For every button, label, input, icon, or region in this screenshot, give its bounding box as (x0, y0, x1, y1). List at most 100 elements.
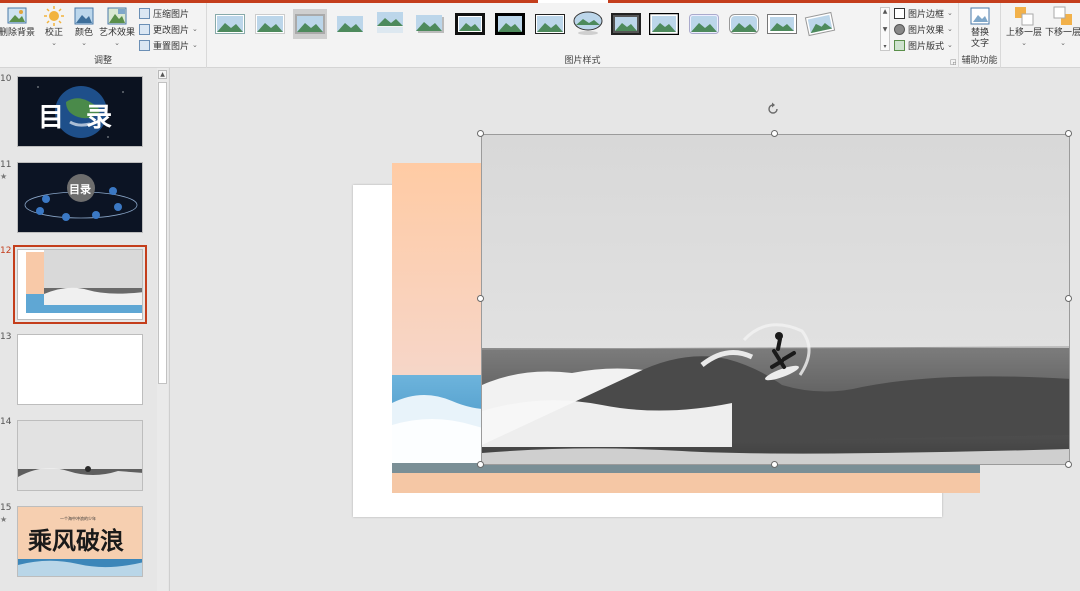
picture-border-button[interactable]: 图片边框 ⌄ (894, 6, 953, 20)
style-black-bevel[interactable] (609, 9, 643, 39)
resize-handle-bottom-left[interactable] (477, 461, 484, 468)
artistic-effects-button[interactable]: 艺术效果 ⌄ (99, 6, 135, 47)
alt-text-label-1: 替换 (970, 28, 989, 38)
change-picture-icon (139, 23, 150, 35)
send-backward-icon (1053, 6, 1072, 25)
slide-number: 13 (0, 332, 12, 342)
corrections-button[interactable]: 校正 ⌄ (42, 6, 66, 47)
picture-style-gallery (213, 9, 881, 51)
slide-thumbnail-10[interactable]: 目录 (17, 76, 143, 147)
style-rotated-white[interactable] (803, 9, 837, 39)
chevron-down-icon: ⌄ (1060, 39, 1066, 47)
chevron-down-icon: ⌄ (947, 9, 953, 17)
scroll-up-icon[interactable]: ▲ (883, 8, 888, 15)
reset-picture-button[interactable]: 重置图片 ⌄ (139, 38, 198, 52)
ribbon: 删除背景 校正 ⌄ 颜色 ⌄ 艺术效果 ⌄ 压缩图片 更改图片 ⌄ 重置图片 ⌄… (0, 3, 1080, 68)
chevron-down-icon: ⌄ (947, 41, 953, 49)
alt-text-button[interactable]: 替换 文字 (966, 6, 994, 50)
picture-effects-button[interactable]: 图片效果 ⌄ (894, 22, 953, 36)
picture-border-label: 图片边框 (908, 9, 945, 20)
slide-thumbnail-12[interactable] (13, 245, 147, 324)
reset-picture-label: 重置图片 (153, 41, 190, 52)
chevron-down-icon: ⌄ (1021, 39, 1027, 47)
change-picture-button[interactable]: 更改图片 ⌄ (139, 22, 198, 36)
resize-handle-bottom[interactable] (771, 461, 778, 468)
thumbnail-scrollbar[interactable]: ▲ (157, 68, 168, 591)
resize-handle-right[interactable] (1065, 295, 1072, 302)
gallery-scroll[interactable]: ▲ ▼ ▾ (880, 7, 890, 51)
change-picture-label: 更改图片 (153, 25, 190, 36)
resize-handle-bottom-right[interactable] (1065, 461, 1072, 468)
style-thick-black-frame[interactable] (453, 9, 487, 39)
style-metal-frame[interactable] (765, 9, 799, 39)
reset-picture-icon (139, 39, 150, 51)
slide-15-title: 乘风破浪 (28, 526, 124, 555)
slide-number: 10 (0, 74, 12, 84)
bring-forward-button[interactable]: 上移一层 ⌄ (1005, 6, 1043, 47)
adjust-group-label: 调整 (93, 56, 112, 66)
animation-star-icon: ★ (0, 172, 8, 181)
chevron-down-icon: ⌄ (114, 39, 120, 47)
style-simple-frame[interactable] (213, 9, 247, 39)
color-button[interactable]: 颜色 ⌄ (72, 6, 96, 47)
chevron-down-icon: ⌄ (192, 25, 198, 33)
style-soft-rounded[interactable] (687, 9, 721, 39)
picture-styles-group-label: 图片样式 (564, 56, 601, 66)
slide-11-title: 目录 (69, 183, 91, 196)
scroll-down-icon[interactable]: ▼ (883, 26, 888, 33)
style-black-thin[interactable] (533, 9, 567, 39)
style-soft-edge[interactable] (253, 9, 287, 39)
surf-peach-illustration (18, 250, 142, 319)
picture-effects-label: 图片效果 (908, 25, 945, 36)
bring-forward-label: 上移一层 (1005, 28, 1042, 38)
style-rounded-rect[interactable] (727, 9, 761, 39)
style-plain[interactable] (333, 9, 367, 39)
alt-text-label-2: 文字 (970, 39, 989, 49)
style-oval[interactable] (571, 9, 605, 39)
style-shadow[interactable] (413, 9, 447, 39)
send-backward-button[interactable]: 下移一层 ⌄ (1045, 6, 1080, 47)
slide-number: 14 (0, 417, 12, 427)
rotation-handle-icon[interactable] (766, 102, 780, 116)
compress-pictures-button[interactable]: 压缩图片 (139, 6, 189, 20)
style-black-border[interactable] (647, 9, 681, 39)
slide-number: 15 (0, 503, 12, 513)
scroll-up-icon[interactable]: ▲ (158, 70, 167, 79)
resize-handle-top[interactable] (771, 130, 778, 137)
chevron-down-icon: ⌄ (192, 41, 198, 49)
surf-grey-illustration (18, 421, 142, 490)
compress-label: 压缩图片 (153, 9, 190, 20)
remove-background-icon (7, 7, 27, 24)
animation-star-icon: ★ (0, 515, 8, 524)
slide-thumbnail-14[interactable] (17, 420, 143, 491)
picture-layout-button[interactable]: 图片版式 ⌄ (894, 38, 953, 52)
adjust-group: 删除背景 校正 ⌄ 颜色 ⌄ 艺术效果 ⌄ 压缩图片 更改图片 ⌄ 重置图片 ⌄… (0, 3, 207, 68)
artistic-effects-label: 艺术效果 (99, 28, 136, 38)
style-gray-frame[interactable] (293, 9, 327, 39)
remove-background-button[interactable]: 删除背景 (0, 6, 36, 39)
resize-handle-top-left[interactable] (477, 130, 484, 137)
style-black-shadow[interactable] (493, 9, 527, 39)
corrections-sun-icon (44, 6, 64, 26)
arrange-group: 上移一层 ⌄ 下移一层 ⌄ (1001, 3, 1080, 68)
style-reflected[interactable] (373, 9, 407, 39)
send-backward-label: 下移一层 (1045, 28, 1080, 38)
scrollbar-thumb[interactable] (158, 82, 167, 384)
resize-handle-top-right[interactable] (1065, 130, 1072, 137)
remove-background-label: 删除背景 (0, 28, 36, 38)
resize-handle-left[interactable] (477, 295, 484, 302)
dialog-launcher-icon[interactable]: ◲ (950, 58, 957, 66)
slide-thumbnail-15[interactable]: 一个海中冲浪的少年 乘风破浪 (17, 506, 143, 577)
slide-thumbnail-11[interactable]: 目录 (17, 162, 143, 233)
compress-icon (139, 7, 150, 19)
slide-editing-canvas[interactable] (170, 68, 1080, 591)
color-label: 颜色 (74, 28, 93, 38)
picture-layout-label: 图片版式 (908, 41, 945, 52)
slide-thumbnail-13[interactable] (17, 334, 143, 405)
toc-orbit-illustration (18, 163, 142, 232)
selected-surf-photo[interactable] (481, 134, 1070, 465)
accessibility-group-label: 辅助功能 (961, 56, 998, 66)
picture-border-icon (894, 7, 905, 19)
picture-effects-icon (894, 23, 905, 35)
gallery-more-icon[interactable]: ▾ (883, 43, 886, 50)
